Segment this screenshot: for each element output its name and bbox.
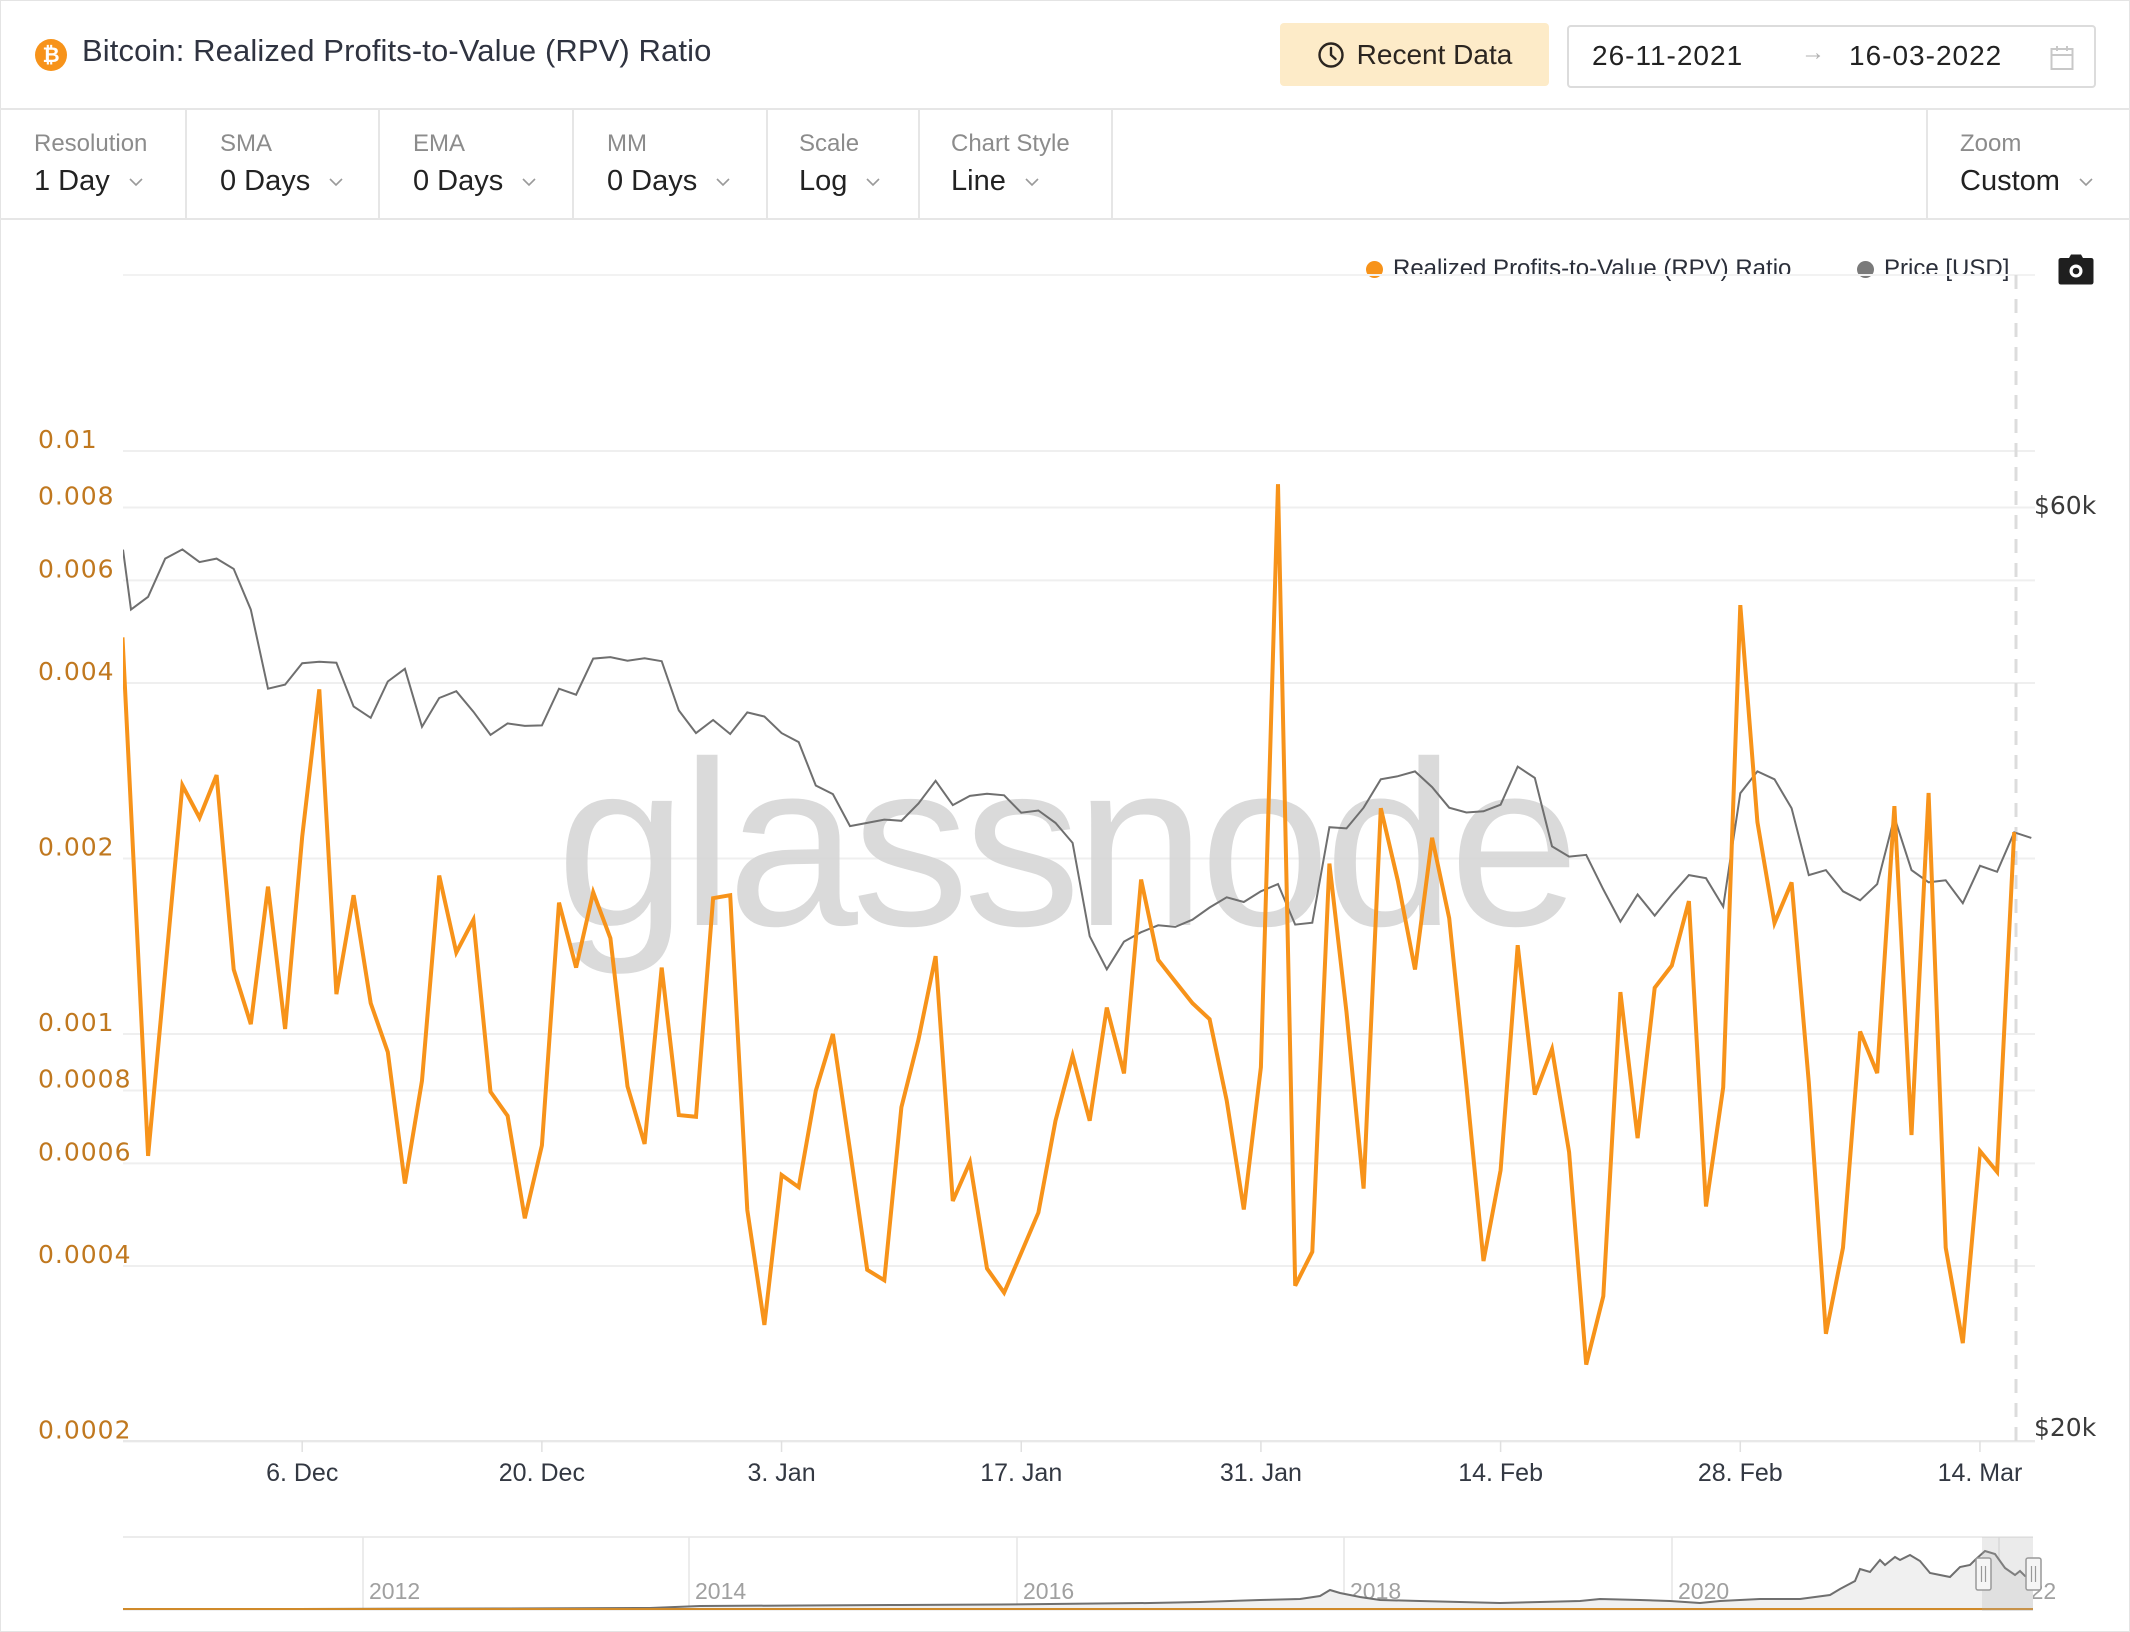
chevron-down-icon [329,177,343,186]
header-bar: ₿ Bitcoin: Realized Profits-to-Value (RP… [0,0,2130,110]
navigator-year-label: 2016 [1023,1578,1074,1604]
y-tick-label: 0.008 [38,481,115,510]
x-tick-label: 14. Mar [1938,1459,2023,1487]
chevron-down-icon [129,177,143,186]
clock-icon [1317,41,1344,68]
scale-dropdown[interactable]: Scale Log [768,110,920,218]
mm-dropdown[interactable]: MM 0 Days [574,110,768,218]
y-tick-label: 0.006 [38,554,115,583]
x-tick-label: 20. Dec [499,1459,585,1487]
recent-data-button[interactable]: Recent Data [1280,23,1549,86]
y-right-tick-label: $60k [2034,491,2097,520]
zoom-dropdown[interactable]: Zoom Custom [1926,110,2130,218]
chevron-down-icon [1025,177,1039,186]
bitcoin-icon: ₿ [35,39,67,71]
date-start-input[interactable]: 26-11-2021 [1592,40,1743,72]
chevron-down-icon [866,177,880,186]
x-tick-label: 6. Dec [266,1459,338,1487]
resolution-dropdown[interactable]: Resolution 1 Day [0,110,187,218]
y-tick-label: 0.004 [38,657,115,686]
zoom-label: Zoom [1960,130,2022,157]
y-tick-label: 0.0008 [38,1064,131,1093]
chevron-down-icon [716,177,730,186]
zoom-value: Custom [1960,165,2060,197]
y-tick-label: 0.0004 [38,1240,131,1269]
date-range-arrow-icon: → [1801,39,1825,66]
x-tick-label: 3. Jan [748,1459,816,1487]
recent-data-label: Recent Data [1356,38,1513,70]
x-tick-label: 17. Jan [980,1459,1062,1487]
y-axis-left: 0.01 0.008 0.006 0.004 0.002 0.001 0.0008 0.000… [38,425,131,1444]
y-tick-label: 0.002 [38,832,115,861]
date-end-input[interactable]: 16-03-2022 [1849,40,2002,72]
navigator-handle-left[interactable] [1975,1557,1992,1591]
navigator-handle-right[interactable] [2025,1557,2042,1591]
chart-controls: Resolution 1 Day SMA 0 Days EMA 0 Days M… [0,110,2130,220]
y-right-tick-label: $20k [2034,1413,2097,1442]
y-tick-label: 0.001 [38,1008,115,1037]
resolution-value: 1 Day [34,165,110,197]
page-title: Bitcoin: Realized Profits-to-Value (RPV)… [82,33,712,68]
calendar-icon[interactable] [2050,45,2074,71]
chart-style-value: Line [951,165,1006,197]
x-axis: 6. Dec 20. Dec 3. Jan 17. Jan 31. Jan 14. Feb… [123,1440,2035,1487]
sma-dropdown[interactable]: SMA 0 Days [187,110,380,218]
chevron-down-icon [2079,177,2093,186]
x-tick-label: 28. Feb [1698,1459,1783,1487]
y-tick-label: 0.0006 [38,1137,131,1166]
ema-dropdown[interactable]: EMA 0 Days [380,110,574,218]
ema-label: EMA [413,130,466,157]
y-tick-label: 0.0002 [38,1415,131,1444]
scale-label: Scale [799,130,860,157]
chart-area[interactable]: glassnode 0.010.0080.0060.0040.0020.0010… [0,220,2130,1632]
chevron-down-icon [522,177,536,186]
navigator-year-label: 2012 [369,1578,420,1604]
navigator[interactable]: 201220142016201820202022 [123,1536,2056,1611]
mm-value: 0 Days [607,165,698,197]
scale-value: Log [799,165,848,197]
x-tick-label: 14. Feb [1458,1459,1543,1487]
ema-value: 0 Days [413,165,504,197]
chart-style-label: Chart Style [951,130,1070,157]
y-tick-label: 0.01 [38,425,98,454]
navigator-year-label: 2014 [695,1578,746,1604]
y-axis-right: $60k $20k [2034,491,2097,1442]
date-range-picker[interactable]: 26-11-2021 → 16-03-2022 [1567,25,2096,88]
sma-value: 0 Days [220,165,311,197]
chart-style-dropdown[interactable]: Chart Style Line [920,110,1113,218]
mm-label: MM [607,130,647,157]
resolution-label: Resolution [34,130,148,157]
sma-label: SMA [220,130,273,157]
x-tick-label: 31. Jan [1220,1459,1302,1487]
